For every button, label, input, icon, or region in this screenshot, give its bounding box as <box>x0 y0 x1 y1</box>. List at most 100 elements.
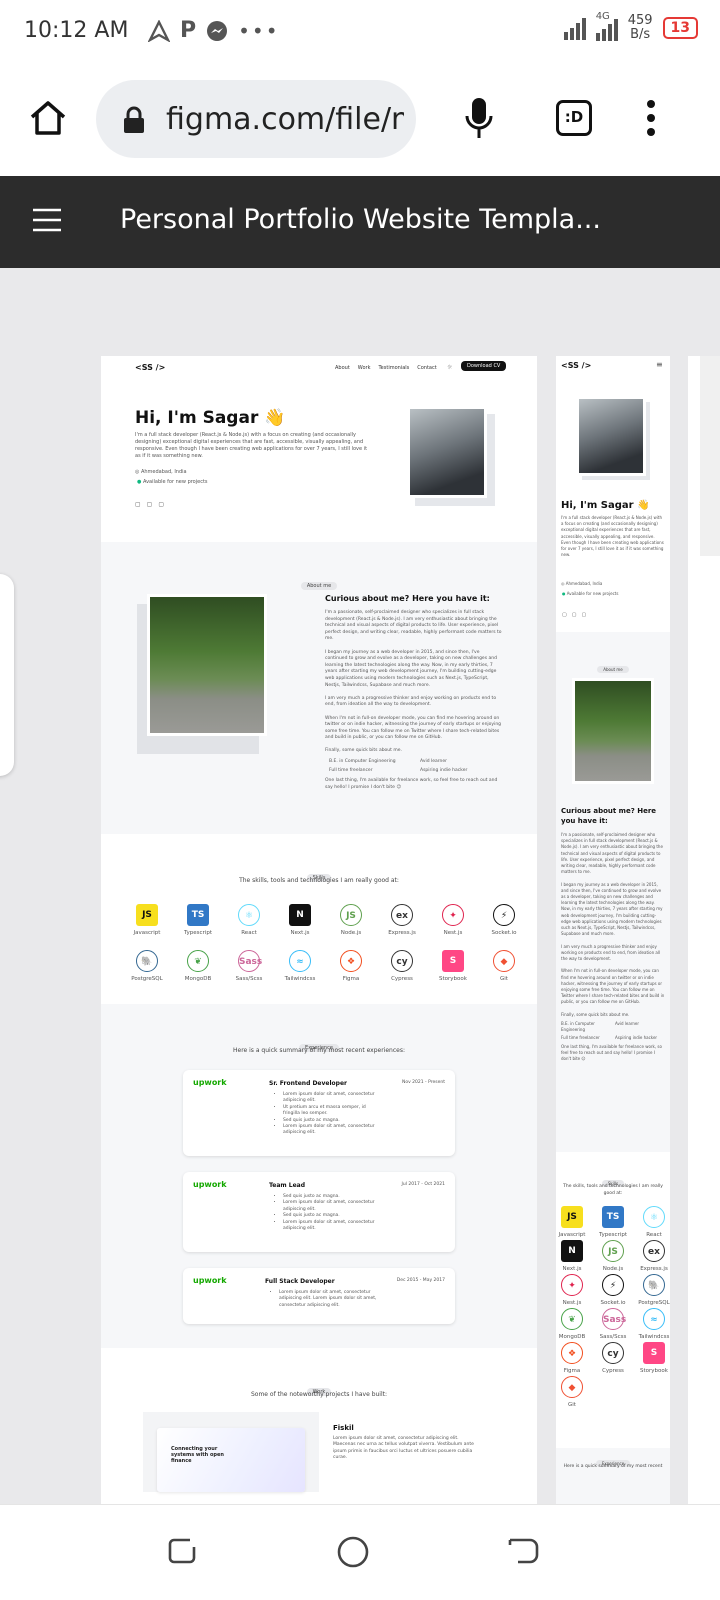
skill-item: 🐘 PostgreSQL <box>127 950 167 982</box>
download-cv-button[interactable]: Download CV <box>461 361 507 371</box>
job-bullet: Lorem ipsum dolor sit amet, consectetur … <box>279 1290 383 1309</box>
skill-item: ⚡ Socket.io <box>593 1274 633 1306</box>
skill-socket-io-icon: ⚡ <box>602 1274 624 1296</box>
signal-icon <box>563 16 586 40</box>
url-text[interactable]: figma.com/file/m <box>166 102 404 137</box>
canvas-side-panel[interactable] <box>0 574 14 776</box>
site-nav: About Work Testimonials Contact <box>335 365 437 371</box>
location: ◎ Ahmedabad, India <box>135 468 187 476</box>
project-name: Fiskil <box>333 1424 354 1432</box>
figma-canvas[interactable]: <SS /> About Work Testimonials Contact ☼… <box>0 268 720 1504</box>
about-paragraph: One last thing, I'm available for freela… <box>561 1043 662 1062</box>
messenger-icon <box>207 20 228 41</box>
job-bullet: Lorem ipsum dolor sit amet, consectetur … <box>283 1092 383 1105</box>
skill-git-icon: ◆ <box>561 1376 583 1398</box>
hamburger-icon[interactable] <box>32 208 62 232</box>
theme-toggle-icon[interactable]: ☼ <box>447 364 452 371</box>
skill-sass-scss-icon: Sass <box>238 950 262 972</box>
tab-count: :D <box>564 108 584 126</box>
mobile-hero: <SS /> ≡ Hi, I'm Sagar 👋 I'm a full stac… <box>556 356 670 632</box>
skill-item: ◆ Git <box>552 1376 592 1408</box>
skill-javascript-icon: JS <box>136 904 158 926</box>
skill-react-icon: ⚛ <box>238 904 260 926</box>
hero-title: Hi, I'm Sagar 👋 <box>135 408 286 428</box>
nav-work[interactable]: Work <box>358 365 371 371</box>
mobile-logo[interactable]: <SS /> <box>561 361 591 370</box>
nav-contact[interactable]: Contact <box>417 365 436 371</box>
mobile-about-photo <box>572 678 654 784</box>
bit-item: Avid learner <box>420 759 448 765</box>
twitter-icon[interactable]: ▢ <box>572 612 577 618</box>
more-notifications-icon: ••• <box>238 18 280 43</box>
project-tagline: Connecting your systems with open financ… <box>171 1446 224 1464</box>
skill-mongodb-icon: ❦ <box>187 950 209 972</box>
about-paragraph: I began my journey as a web developer in… <box>325 649 497 688</box>
figma-icon[interactable]: ▢ <box>581 612 586 618</box>
skill-item: ✦ Nest.js <box>552 1274 592 1306</box>
skill-mongodb-icon: ❦ <box>561 1308 583 1330</box>
project-preview[interactable]: Connecting your systems with open financ… <box>143 1412 319 1492</box>
skill-node-js-icon: JS <box>602 1240 624 1262</box>
tablet-frame-edge <box>700 356 720 556</box>
mobile-location: ◎ Ahmedabad, India <box>561 580 602 588</box>
address-bar[interactable]: figma.com/file/m <box>96 80 416 158</box>
skills-section: Skills The skills, tools and technologie… <box>101 834 537 1004</box>
mobile-frame[interactable]: <SS /> ≡ Hi, I'm Sagar 👋 I'm a full stac… <box>556 356 670 1504</box>
skill-item: JS Node.js <box>593 1240 633 1272</box>
about-paragraph: Finally, some quick bits about me. <box>325 748 402 754</box>
bit-item: B.E. in Computer Engineering <box>329 759 396 765</box>
skill-label: Figma <box>342 976 360 982</box>
desktop-frame[interactable]: <SS /> About Work Testimonials Contact ☼… <box>101 356 537 1504</box>
skill-node-js-icon: JS <box>340 904 362 926</box>
nav-testimonials[interactable]: Testimonials <box>378 365 409 371</box>
skill-label: Nest.js <box>562 1300 582 1306</box>
more-vert-icon[interactable] <box>644 98 658 138</box>
mobile-skills-title: The skills, tools and technologies I am … <box>563 1184 663 1196</box>
skills-title: The skills, tools and technologies I am … <box>239 877 399 884</box>
job-card[interactable]: upwork Sr. Frontend Developer Nov 2021 -… <box>183 1070 455 1156</box>
status-right: 4G 459 B/s 13 <box>563 11 698 42</box>
back-icon[interactable] <box>506 1535 540 1567</box>
about-paragraph: One last thing, I'm available for freela… <box>325 778 498 790</box>
navigation-icon <box>148 19 170 42</box>
recent-apps-icon[interactable] <box>166 1535 198 1567</box>
github-icon[interactable]: ▢ <box>135 501 141 508</box>
lock-icon[interactable] <box>122 106 146 134</box>
skill-item: Sass Sass/Scss <box>229 950 269 982</box>
github-icon[interactable]: ▢ <box>562 612 567 618</box>
site-logo[interactable]: <SS /> <box>135 363 165 372</box>
about-title: Curious about me? Here you have it: <box>325 594 490 603</box>
file-title[interactable]: Personal Portfolio Website Templa... <box>120 204 601 235</box>
skill-label: Storybook <box>640 1368 668 1374</box>
skill-item: N Next.js <box>552 1240 592 1272</box>
work-section: Work Some of the noteworthy projects I h… <box>101 1348 537 1504</box>
home-icon[interactable] <box>28 98 68 138</box>
speed-value: 459 <box>627 13 653 28</box>
skill-postgresql-icon: 🐘 <box>643 1274 665 1296</box>
mobile-menu-icon[interactable]: ≡ <box>656 360 663 369</box>
tablet-frame-partial[interactable] <box>688 356 720 1504</box>
bit-item: Avid learner <box>615 1021 640 1027</box>
tab-switcher-icon[interactable]: :D <box>556 100 592 136</box>
figma-icon[interactable]: ▢ <box>158 501 164 508</box>
job-card[interactable]: upwork Full Stack Developer Dec 2015 - M… <box>183 1268 455 1324</box>
profile-photo <box>407 406 487 498</box>
company-logo: upwork <box>193 1276 227 1285</box>
skill-item: cy Cypress <box>593 1342 633 1374</box>
skill-git-icon: ◆ <box>493 950 515 972</box>
skill-tailwindcss-icon: ≈ <box>289 950 311 972</box>
about-bits: B.E. in Computer Engineering Avid learne… <box>329 759 503 774</box>
mic-icon[interactable] <box>464 96 494 140</box>
home-nav-icon[interactable] <box>336 1535 370 1569</box>
nav-about[interactable]: About <box>335 365 350 371</box>
skill-label: Typescript <box>599 1232 627 1238</box>
job-card[interactable]: upwork Team Lead Jul 2017 - Oct 2021 Sed… <box>183 1172 455 1252</box>
skill-figma-icon: ❖ <box>561 1342 583 1364</box>
twitter-icon[interactable]: ▢ <box>147 501 153 508</box>
skill-item: ◆ Git <box>484 950 524 982</box>
job-bullet: Lorem ipsum dolor sit amet, consectetur … <box>283 1220 383 1233</box>
skill-tailwindcss-icon: ≈ <box>643 1308 665 1330</box>
skill-item: ⚛ React <box>229 904 269 936</box>
skill-label: Sass/Scss <box>599 1334 627 1340</box>
skill-nest-js-icon: ✦ <box>561 1274 583 1296</box>
